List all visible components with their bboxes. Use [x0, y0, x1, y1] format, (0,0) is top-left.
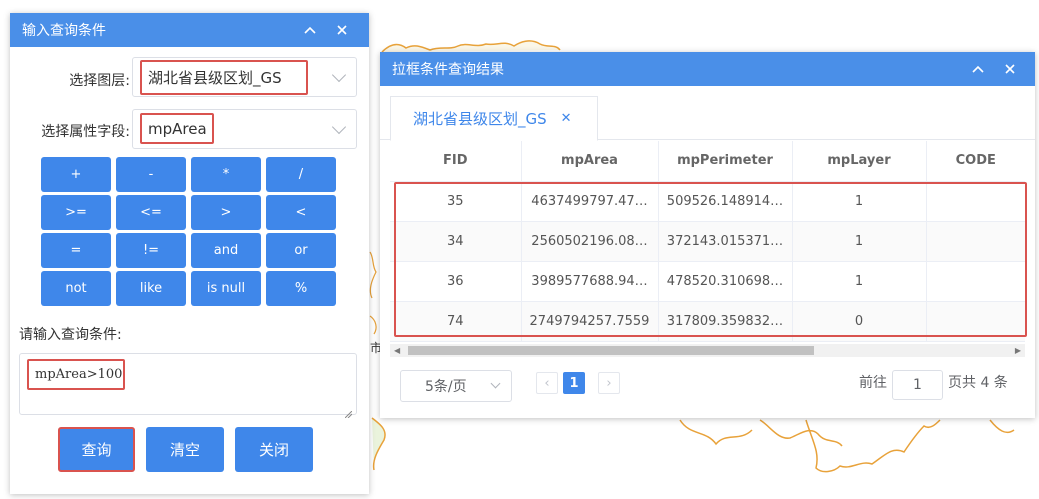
layer-label: 选择图层: — [69, 73, 130, 89]
query-panel-header[interactable]: 输入查询条件 — [10, 13, 369, 47]
operator-button[interactable]: and — [191, 233, 261, 268]
table-cell: 35 — [390, 181, 522, 222]
table-cell: 2560502196.08… — [521, 221, 659, 262]
table-cell: 36 — [390, 261, 522, 302]
chevron-down-icon — [331, 119, 347, 135]
column-header-code[interactable]: CODE — [926, 141, 1025, 182]
scroll-right-icon[interactable]: ▶ — [1015, 346, 1021, 355]
operator-button[interactable]: is null — [191, 271, 261, 306]
map-boundary-bottom4 — [805, 419, 941, 473]
operator-button[interactable]: - — [116, 157, 186, 192]
map-boundary-bottom5 — [989, 419, 1015, 434]
resize-handle-icon[interactable] — [344, 403, 353, 419]
table-cell: 372143.015371… — [658, 221, 793, 262]
operator-button[interactable]: % — [266, 271, 336, 306]
table-row[interactable]: 36 3989577688.94… 478520.310698… 1 — [390, 261, 1025, 302]
table-cell: 4637499797.47… — [521, 181, 659, 222]
operator-button[interactable]: not — [41, 271, 111, 306]
operator-button[interactable]: != — [116, 233, 186, 268]
operator-button[interactable]: or — [266, 233, 336, 268]
query-panel-title: 输入查询条件 — [22, 23, 106, 39]
collapse-icon[interactable] — [968, 52, 988, 86]
table-cell: 317809.359832… — [658, 301, 793, 342]
operator-button[interactable]: < — [266, 195, 336, 230]
result-table: FID mpArea mpPerimeter mpLayer CODE 35 46… — [390, 141, 1025, 342]
operator-button[interactable]: like — [116, 271, 186, 306]
column-header-mparea[interactable]: mpArea — [521, 141, 659, 182]
operator-button[interactable]: > — [191, 195, 261, 230]
table-cell — [926, 261, 1025, 302]
query-button[interactable]: 查询 — [58, 427, 135, 472]
condition-value: mpArea>100 — [27, 359, 125, 390]
table-cell: 478520.310698… — [658, 261, 793, 302]
page-number-1[interactable]: 1 — [563, 372, 585, 394]
table-cell: 1 — [792, 181, 927, 222]
collapse-icon[interactable] — [300, 13, 320, 47]
clear-button[interactable]: 清空 — [146, 427, 224, 472]
table-cell: 74 — [390, 301, 522, 342]
scroll-left-icon[interactable]: ◀ — [394, 346, 400, 355]
tab-bar: 湖北省县级区划_GS ✕ — [380, 86, 1035, 141]
operator-button[interactable]: <= — [116, 195, 186, 230]
close-icon[interactable] — [332, 13, 352, 47]
table-cell: 2749794257.7559 — [521, 301, 659, 342]
column-header-mpperimeter[interactable]: mpPerimeter — [658, 141, 793, 182]
query-condition-panel: 输入查询条件 选择图层: 湖北省县级区划_GS 选择属性字段: mpArea +… — [10, 13, 369, 494]
table-row[interactable]: 34 2560502196.08… 372143.015371… 1 — [390, 221, 1025, 262]
column-header-mplayer[interactable]: mpLayer — [792, 141, 927, 182]
table-body: 35 4637499797.47… 509526.148914… 1 34 2560502… — [390, 181, 1025, 342]
next-page-button[interactable]: › — [598, 372, 620, 394]
table-cell — [926, 301, 1025, 342]
table-cell — [926, 181, 1025, 222]
tab-layer-result[interactable]: 湖北省县级区划_GS ✕ — [390, 96, 598, 141]
table-cell: 0 — [792, 301, 927, 342]
map-boundary-left — [369, 251, 377, 299]
map-boundary-bottom3 — [759, 419, 843, 447]
scrollbar-thumb[interactable] — [408, 346, 814, 355]
prev-page-button[interactable]: ‹ — [536, 372, 558, 394]
table-cell: 34 — [390, 221, 522, 262]
layer-select-value: 湖北省县级区划_GS — [140, 60, 308, 95]
horizontal-scrollbar[interactable]: ◀ ▶ — [390, 344, 1025, 357]
table-cell — [926, 221, 1025, 262]
chevron-down-icon — [331, 67, 347, 83]
close-icon[interactable] — [1000, 52, 1020, 86]
field-label: 选择属性字段: — [41, 124, 130, 140]
result-panel-title: 拉框条件查询结果 — [392, 62, 504, 78]
field-select-value: mpArea — [140, 113, 214, 144]
operator-button[interactable]: * — [191, 157, 261, 192]
table-cell: 509526.148914… — [658, 181, 793, 222]
total-count: 页共 4 条 — [948, 375, 1008, 391]
chevron-down-icon — [490, 378, 501, 389]
column-header-fid[interactable]: FID — [390, 141, 522, 182]
operator-button[interactable]: / — [266, 157, 336, 192]
map-boundary-top — [381, 40, 561, 53]
table-header-row: FID mpArea mpPerimeter mpLayer CODE — [390, 141, 1025, 182]
table-cell: 1 — [792, 221, 927, 262]
goto-label: 前往 — [859, 375, 887, 391]
table-cell: 3989577688.94… — [521, 261, 659, 302]
map-boundary-bottom — [371, 417, 386, 471]
goto-page-input[interactable]: 1 — [892, 370, 943, 400]
tab-label: 湖北省县级区划_GS — [413, 110, 547, 128]
operator-button[interactable]: >= — [41, 195, 111, 230]
map-boundary-bottom2 — [679, 419, 753, 446]
condition-label: 请输入查询条件: — [19, 327, 122, 343]
table-row[interactable]: 74 2749794257.7559 317809.359832… 0 — [390, 301, 1025, 342]
operator-button[interactable]: = — [41, 233, 111, 268]
table-cell: 1 — [792, 261, 927, 302]
page-size-value: 5条/页 — [425, 379, 467, 395]
map-boundary-left2 — [369, 315, 377, 335]
result-panel-header[interactable]: 拉框条件查询结果 — [380, 52, 1035, 86]
close-button[interactable]: 关闭 — [235, 427, 313, 472]
operator-button[interactable]: + — [41, 157, 111, 192]
tab-close-icon[interactable]: ✕ — [561, 111, 572, 126]
page-size-select[interactable]: 5条/页 — [400, 370, 512, 402]
table-row[interactable]: 35 4637499797.47… 509526.148914… 1 — [390, 181, 1025, 222]
result-panel: 拉框条件查询结果 湖北省县级区划_GS ✕ FID mpArea mpPerim… — [380, 52, 1035, 418]
